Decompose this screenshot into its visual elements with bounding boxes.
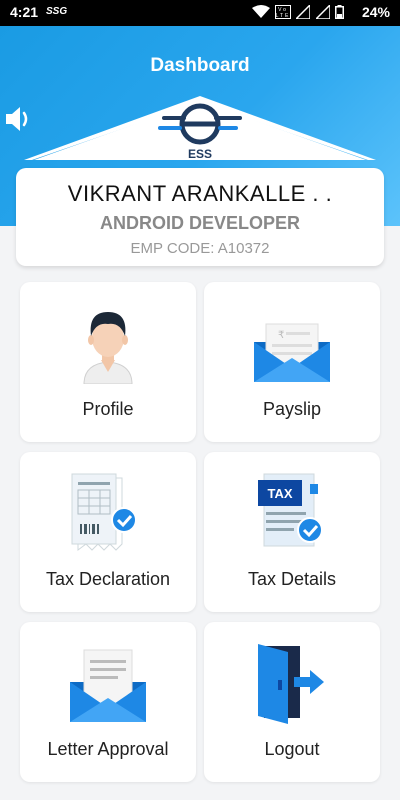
tile-label: Logout bbox=[264, 739, 320, 759]
battery-icon bbox=[335, 4, 344, 19]
status-time: 4:21 bbox=[10, 4, 39, 20]
tile-tax-details[interactable]: TAX Tax Details bbox=[204, 452, 380, 612]
svg-text:TAX: TAX bbox=[267, 486, 292, 501]
tile-label: Tax Declaration bbox=[45, 569, 171, 589]
tax-declaration-icon bbox=[71, 473, 137, 551]
tile-label: Letter Approval bbox=[47, 739, 169, 759]
tax-details-icon: TAX bbox=[258, 473, 323, 547]
status-carrier: SSG bbox=[46, 6, 68, 17]
signal-icon bbox=[313, 3, 331, 20]
tile-tax-declaration[interactable]: Tax Declaration bbox=[20, 452, 196, 612]
status-icons: Vo LTE bbox=[251, 3, 344, 20]
employee-card: VIKRANT ARANKALLE . . ANDROID DEVELOPER … bbox=[16, 168, 384, 266]
status-bar: 4:21 SSG Vo LTE 24% bbox=[0, 0, 400, 26]
volte-icon: Vo LTE bbox=[274, 4, 291, 19]
payslip-envelope-icon: ₹ bbox=[254, 323, 330, 382]
profile-avatar-icon bbox=[83, 312, 133, 384]
tile-label: Profile bbox=[82, 399, 134, 419]
tile-label: Tax Details bbox=[247, 569, 337, 589]
tile-profile[interactable]: Profile bbox=[20, 282, 196, 442]
employee-name: VIKRANT ARANKALLE . . bbox=[67, 181, 333, 206]
page-title: Dashboard bbox=[150, 55, 250, 76]
tile-logout[interactable]: Logout bbox=[204, 622, 380, 782]
employee-code: EMP CODE: A10372 bbox=[130, 240, 270, 257]
tile-label: Payslip bbox=[262, 399, 322, 419]
tile-letter-approval[interactable]: Letter Approval bbox=[20, 622, 196, 782]
employee-role: ANDROID DEVELOPER bbox=[99, 213, 301, 233]
signal-icon bbox=[294, 3, 312, 20]
wifi-icon bbox=[251, 4, 270, 18]
status-battery: 24% bbox=[361, 4, 390, 20]
svg-text:LTE: LTE bbox=[276, 13, 291, 19]
letter-approval-icon bbox=[70, 649, 146, 722]
logout-door-icon bbox=[258, 644, 324, 724]
svg-text:₹: ₹ bbox=[278, 330, 284, 341]
ess-logo-roof: ESS bbox=[24, 96, 376, 161]
logo-text: ESS bbox=[188, 147, 212, 161]
tile-payslip[interactable]: ₹ Payslip bbox=[204, 282, 380, 442]
